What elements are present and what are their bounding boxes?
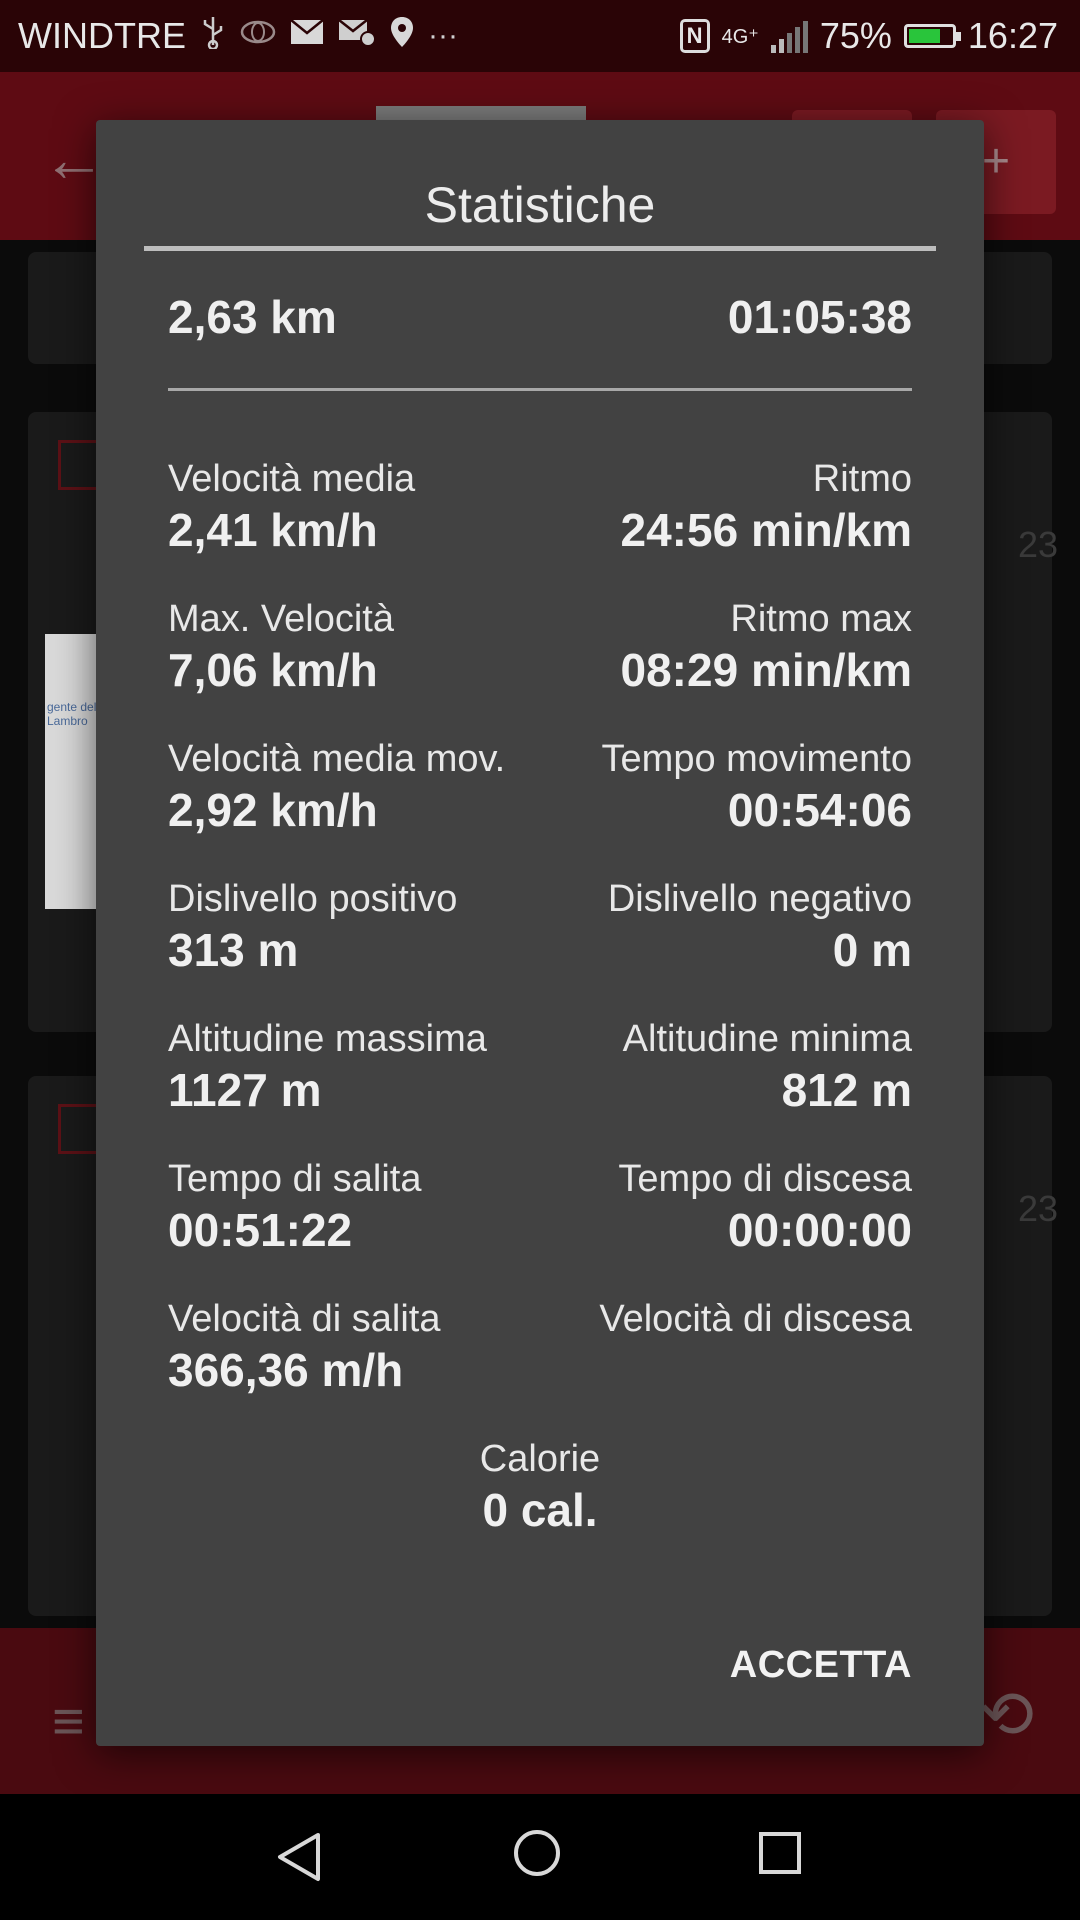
summary-divider bbox=[168, 388, 912, 391]
car-icon bbox=[240, 19, 276, 53]
summary-row: 2,63 km 01:05:38 bbox=[168, 290, 912, 344]
stats-scroll-area[interactable]: Velocità media 2,41 km/h Ritmo 24:56 min/k… bbox=[168, 420, 912, 1650]
stat-label: Velocità di discesa bbox=[599, 1298, 912, 1340]
dialog-title: Statistiche bbox=[424, 177, 656, 233]
battery-fill bbox=[908, 29, 941, 43]
stat-value: 00:00:00 bbox=[727, 1204, 912, 1256]
stat-label: Tempo di discesa bbox=[618, 1158, 912, 1200]
battery-icon bbox=[903, 24, 961, 48]
carrier-label: WINDTRE bbox=[18, 15, 186, 56]
network-type: 4G⁺ bbox=[721, 25, 759, 48]
stat-row-calories: Calorie 0 cal. bbox=[168, 1400, 912, 1540]
battery-percent: 75% bbox=[819, 15, 892, 56]
sync-icon[interactable]: ⟲ bbox=[979, 1676, 1034, 1753]
clock: 16:27 bbox=[967, 15, 1058, 56]
stat-label: Altitudine massima bbox=[168, 1018, 487, 1060]
location-icon bbox=[390, 16, 414, 56]
card-side-text: 23 bbox=[1017, 524, 1058, 565]
nav-recents-icon[interactable] bbox=[759, 1832, 801, 1874]
stat-value: 08:29 min/km bbox=[620, 644, 912, 696]
stat-value: 366,36 m/h bbox=[168, 1344, 404, 1396]
stat-value: 812 m bbox=[781, 1064, 912, 1116]
stat-value: 00:54:06 bbox=[727, 784, 912, 836]
stat-row: Dislivello positivo 313 m Dislivello nega… bbox=[168, 840, 912, 980]
menu-icon[interactable]: ≡ bbox=[52, 1688, 85, 1753]
stat-label: Dislivello positivo bbox=[168, 878, 458, 920]
statistics-dialog: Statistiche 2,63 km 01:05:38 Velocità me… bbox=[96, 120, 984, 1746]
stat-row: Altitudine massima 1127 m Altitudine mini… bbox=[168, 980, 912, 1120]
stat-value: 313 m bbox=[168, 924, 299, 976]
stat-value: 00:51:22 bbox=[168, 1204, 353, 1256]
calories-value: 0 cal. bbox=[482, 1484, 598, 1536]
calories-label: Calorie bbox=[479, 1438, 601, 1480]
nfc-icon: N bbox=[679, 19, 710, 53]
total-duration: 01:05:38 bbox=[727, 291, 912, 343]
stat-value: 7,06 km/h bbox=[168, 644, 378, 696]
status-bar: WINDTRE ··· N 4G⁺ 75% 16:27 bbox=[0, 0, 1080, 72]
usb-icon bbox=[200, 15, 226, 57]
stat-row: Velocità di salita 366,36 m/h Velocità di… bbox=[168, 1260, 912, 1400]
navigation-bar bbox=[0, 1794, 1080, 1920]
stat-row: Tempo di salita 00:51:22 Tempo di discesa… bbox=[168, 1120, 912, 1260]
more-icon: ··· bbox=[427, 19, 458, 52]
nav-back-icon[interactable] bbox=[276, 1832, 322, 1887]
stat-value: 0 m bbox=[832, 924, 912, 976]
stat-label: Velocità media bbox=[168, 458, 416, 500]
stat-row: Velocità media mov. 2,92 km/h Tempo movim… bbox=[168, 700, 912, 840]
accept-button[interactable]: ACCETTA bbox=[730, 1644, 912, 1687]
stat-label: Dislivello negativo bbox=[607, 878, 912, 920]
stat-row: Max. Velocità 7,06 km/h Ritmo max 08:29 mi… bbox=[168, 560, 912, 700]
stat-value: 2,92 km/h bbox=[168, 784, 378, 836]
card-side-text: 23 bbox=[1017, 1188, 1058, 1229]
mail-icon bbox=[290, 19, 324, 53]
stat-label: Max. Velocità bbox=[168, 598, 394, 640]
stat-label: Velocità di salita bbox=[168, 1298, 441, 1340]
stat-label: Tempo di salita bbox=[168, 1158, 422, 1200]
stat-label: Altitudine minima bbox=[622, 1018, 912, 1060]
stat-label: Tempo movimento bbox=[601, 738, 912, 780]
stat-label: Ritmo bbox=[812, 458, 912, 500]
stat-label: Ritmo max bbox=[730, 598, 912, 640]
stat-row: Velocità media 2,41 km/h Ritmo 24:56 min/k… bbox=[168, 420, 912, 560]
stat-value: 24:56 min/km bbox=[620, 504, 912, 556]
mail-gear-icon bbox=[338, 17, 376, 55]
total-distance: 2,63 km bbox=[168, 291, 337, 343]
stat-value: 2,41 km/h bbox=[168, 504, 378, 556]
stat-value: 1127 m bbox=[168, 1064, 322, 1116]
stat-label: Velocità media mov. bbox=[168, 738, 506, 780]
signal-icon bbox=[770, 19, 808, 53]
title-divider bbox=[144, 246, 936, 251]
nav-home-icon[interactable] bbox=[514, 1830, 560, 1876]
